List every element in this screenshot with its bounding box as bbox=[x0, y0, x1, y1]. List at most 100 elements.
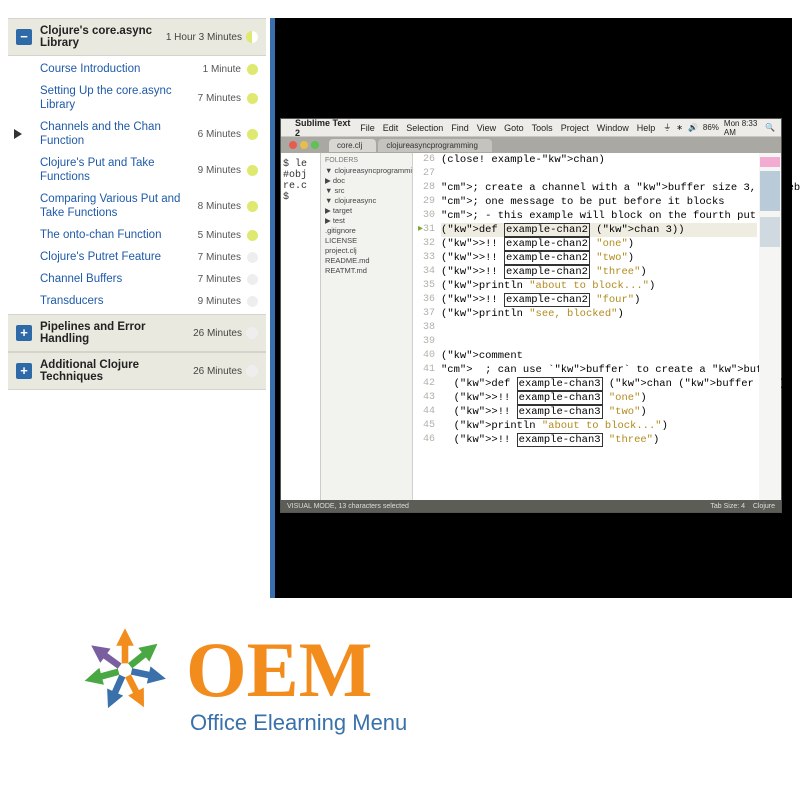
tree-item[interactable]: REATMT.md bbox=[325, 266, 408, 276]
section-header-2[interactable]: + Additional Clojure Techniques 26 Minut… bbox=[8, 352, 266, 390]
section-duration-1: 26 Minutes bbox=[193, 328, 242, 339]
traffic-light-close-icon[interactable] bbox=[289, 141, 297, 149]
lesson-row[interactable]: Channel Buffers 7 Minutes bbox=[38, 268, 260, 290]
lesson-link[interactable]: Clojure's Put and Take Functions bbox=[40, 156, 192, 184]
lesson-row[interactable]: Course Introduction 1 Minute bbox=[38, 58, 260, 80]
video-player[interactable]: Sublime Text 2 File Edit Selection Find … bbox=[270, 18, 792, 598]
section-header-0[interactable]: − Clojure's core.async Library 1 Hour 3 … bbox=[8, 18, 266, 56]
term-line: #obj bbox=[283, 170, 318, 181]
tab-file[interactable]: core.clj bbox=[329, 139, 376, 152]
lesson-row[interactable]: Comparing Various Put and Take Functions… bbox=[38, 188, 260, 224]
section-title-2: Additional Clojure Techniques bbox=[40, 359, 193, 383]
code-area[interactable]: (close! example-"kw">chan) "cm">; create… bbox=[441, 153, 757, 500]
lesson-row[interactable]: Transducers 9 Minutes bbox=[38, 290, 260, 312]
status-right: Tab Size: 4 Clojure bbox=[710, 503, 775, 510]
left-terminal-peek: $ le #obj re.c $ bbox=[281, 153, 321, 500]
tree-item[interactable]: ▶ test bbox=[325, 216, 408, 226]
lesson-duration: 8 Minutes bbox=[198, 201, 241, 212]
lesson-link[interactable]: Channels and the Chan Function bbox=[40, 120, 192, 148]
mac-menubar: Sublime Text 2 File Edit Selection Find … bbox=[281, 119, 781, 137]
lesson-row[interactable]: Clojure's Put and Take Functions 9 Minut… bbox=[38, 152, 260, 188]
tree-item[interactable]: ▼ clojureasyncprogramming bbox=[325, 166, 408, 176]
volume-icon[interactable]: 🔊 bbox=[688, 123, 698, 132]
lesson-link[interactable]: Course Introduction bbox=[40, 62, 197, 76]
lesson-link[interactable]: Transducers bbox=[40, 294, 192, 308]
traffic-light-min-icon[interactable] bbox=[300, 141, 308, 149]
lesson-link[interactable]: Setting Up the core.async Library bbox=[40, 84, 192, 112]
tab-project[interactable]: clojureasyncprogramming bbox=[378, 139, 492, 152]
lesson-row[interactable]: Setting Up the core.async Library 7 Minu… bbox=[38, 80, 260, 116]
section-header-1[interactable]: + Pipelines and Error Handling 26 Minute… bbox=[8, 314, 266, 352]
menu-item-selection[interactable]: Selection bbox=[406, 123, 443, 133]
lesson-status-icon bbox=[247, 274, 258, 285]
wifi-icon[interactable]: ⏚ bbox=[663, 122, 671, 133]
menu-item-tools[interactable]: Tools bbox=[532, 123, 553, 133]
tree-item[interactable]: ▼ src bbox=[325, 186, 408, 196]
tree-item[interactable]: ▶ target bbox=[325, 206, 408, 216]
traffic-light-max-icon[interactable] bbox=[311, 141, 319, 149]
folder-tree[interactable]: ▼ clojureasyncprogramming ▶ doc ▼ src ▼ … bbox=[325, 166, 408, 276]
logo-subtitle: Office Elearning Menu bbox=[190, 710, 407, 736]
lesson-status-icon bbox=[247, 230, 258, 241]
menu-item-help[interactable]: Help bbox=[637, 123, 656, 133]
lesson-duration: 7 Minutes bbox=[198, 93, 241, 104]
lesson-list-0: Course Introduction 1 Minute Setting Up … bbox=[8, 56, 266, 314]
section-progress-icon bbox=[246, 31, 258, 43]
section-duration-0: 1 Hour 3 Minutes bbox=[166, 32, 242, 43]
term-line: $ bbox=[283, 192, 318, 203]
section-title-1: Pipelines and Error Handling bbox=[40, 321, 193, 345]
editor-statusbar: VISUAL MODE, 13 characters selected Tab … bbox=[281, 500, 781, 512]
lesson-duration: 6 Minutes bbox=[198, 129, 241, 140]
minimap[interactable] bbox=[759, 153, 781, 500]
tree-item[interactable]: ▼ clojureasync bbox=[325, 196, 408, 206]
lesson-status-icon bbox=[247, 201, 258, 212]
editor-tabbar: core.clj clojureasyncprogramming bbox=[281, 137, 781, 153]
clock-label[interactable]: Mon 8:33 AM bbox=[724, 119, 760, 137]
expand-icon[interactable]: + bbox=[16, 363, 32, 379]
lesson-row[interactable]: The onto-chan Function 5 Minutes bbox=[38, 224, 260, 246]
tree-item[interactable]: .gitignore bbox=[325, 226, 408, 236]
menu-item-window[interactable]: Window bbox=[597, 123, 629, 133]
lesson-row[interactable]: Clojure's Putret Feature 7 Minutes bbox=[38, 246, 260, 268]
section-duration-2: 26 Minutes bbox=[193, 366, 242, 377]
spotlight-icon[interactable]: 🔍 bbox=[765, 123, 775, 132]
menu-item-edit[interactable]: Edit bbox=[383, 123, 399, 133]
menu-item-file[interactable]: File bbox=[360, 123, 375, 133]
app-name-label[interactable]: Sublime Text 2 bbox=[295, 118, 352, 138]
tree-item[interactable]: README.md bbox=[325, 256, 408, 266]
line-number-gutter: 2627282930▸31323334353637383940414243444… bbox=[413, 153, 439, 500]
term-line: $ le bbox=[283, 159, 318, 170]
lesson-duration: 7 Minutes bbox=[198, 274, 241, 285]
menu-items: File Edit Selection Find View Goto Tools… bbox=[360, 123, 655, 133]
top-area: − Clojure's core.async Library 1 Hour 3 … bbox=[8, 18, 792, 598]
bluetooth-icon[interactable]: ∗ bbox=[676, 123, 683, 132]
folders-header: FOLDERS bbox=[325, 157, 408, 164]
code-editor[interactable]: 2627282930▸31323334353637383940414243444… bbox=[413, 153, 781, 500]
lesson-link[interactable]: The onto-chan Function bbox=[40, 228, 192, 242]
folders-panel: FOLDERS ▼ clojureasyncprogramming ▶ doc … bbox=[321, 153, 413, 500]
menu-item-goto[interactable]: Goto bbox=[504, 123, 524, 133]
term-line: re.c bbox=[283, 181, 318, 192]
expand-icon[interactable]: + bbox=[16, 325, 32, 341]
lesson-link[interactable]: Channel Buffers bbox=[40, 272, 192, 286]
collapse-icon[interactable]: − bbox=[16, 29, 32, 45]
tree-item[interactable]: LICENSE bbox=[325, 236, 408, 246]
tree-item[interactable]: ▶ doc bbox=[325, 176, 408, 186]
lesson-row-current[interactable]: Channels and the Chan Function 6 Minutes bbox=[38, 116, 260, 152]
menu-item-find[interactable]: Find bbox=[451, 123, 469, 133]
lesson-link[interactable]: Comparing Various Put and Take Functions bbox=[40, 192, 192, 220]
status-tabsize[interactable]: Tab Size: 4 bbox=[710, 503, 745, 510]
course-sidebar: − Clojure's core.async Library 1 Hour 3 … bbox=[8, 18, 266, 598]
battery-label[interactable]: 86% bbox=[703, 123, 719, 132]
arrow-circle-icon bbox=[70, 615, 180, 725]
lesson-status-icon bbox=[247, 129, 258, 140]
status-lang[interactable]: Clojure bbox=[753, 503, 775, 510]
lesson-status-icon bbox=[247, 165, 258, 176]
menu-item-view[interactable]: View bbox=[477, 123, 496, 133]
menu-item-project[interactable]: Project bbox=[561, 123, 589, 133]
lesson-duration: 7 Minutes bbox=[198, 252, 241, 263]
lesson-link[interactable]: Clojure's Putret Feature bbox=[40, 250, 192, 264]
root: − Clojure's core.async Library 1 Hour 3 … bbox=[0, 0, 800, 800]
video-accent-bar bbox=[270, 18, 275, 598]
tree-item[interactable]: project.clj bbox=[325, 246, 408, 256]
